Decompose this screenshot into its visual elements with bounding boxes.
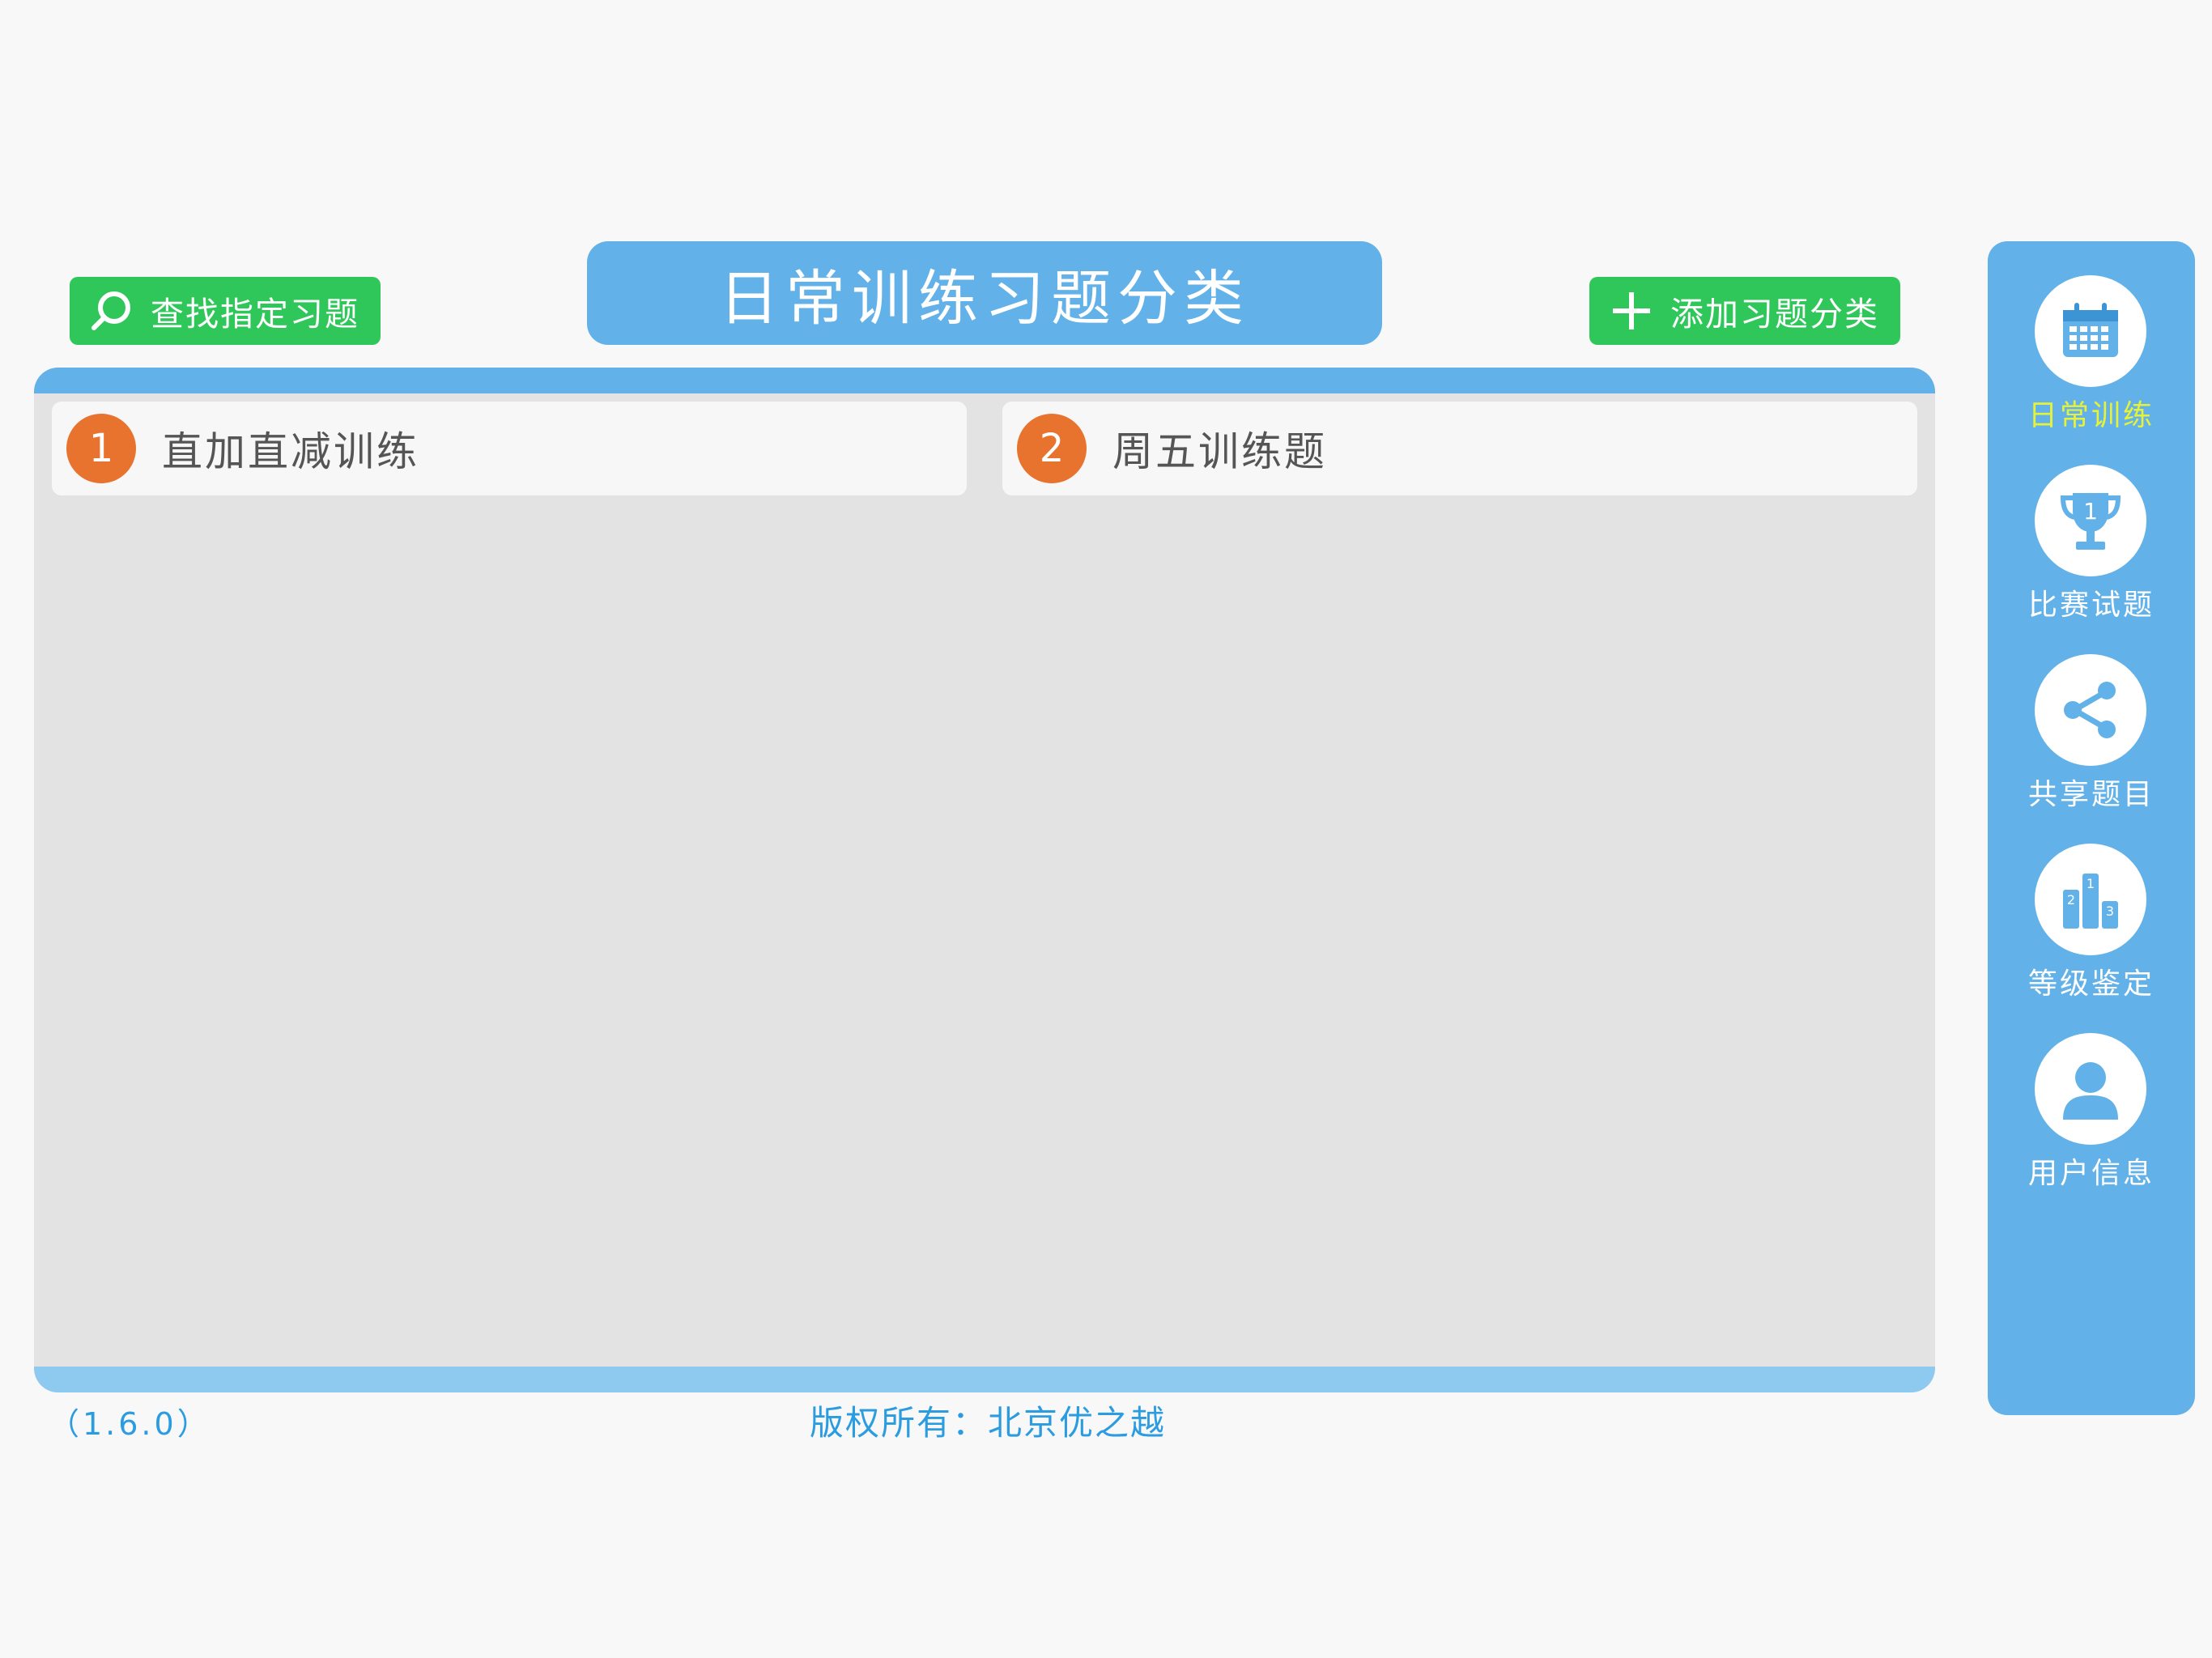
podium-icon: 2 1 3	[2035, 844, 2146, 955]
sidebar-item-daily-training[interactable]: 日常训练	[1988, 241, 2195, 432]
sidebar-item-label: 用户信息	[2027, 1157, 2155, 1190]
sidebar-item-share[interactable]: 共享题目	[1988, 620, 2195, 811]
share-icon	[2035, 654, 2146, 766]
category-panel: 1 直加直减训练 2 周五训练题	[34, 368, 1935, 1392]
category-label: 直加直减训练	[162, 428, 419, 475]
sidebar-nav: 日常训练 1 比赛试题 共享题目 2 1 3 等级鉴定 用户信息	[1988, 241, 2195, 1415]
search-button-label: 查找指定习题	[151, 295, 359, 334]
sidebar-item-competition[interactable]: 1 比赛试题	[1988, 431, 2195, 622]
svg-text:3: 3	[2106, 903, 2114, 919]
sidebar-item-label: 日常训练	[2027, 399, 2155, 432]
search-exercise-button[interactable]: 查找指定习题	[70, 277, 381, 345]
add-category-button[interactable]: 添加习题分类	[1589, 277, 1900, 345]
sidebar-item-label: 等级鉴定	[2027, 967, 2155, 1001]
user-icon	[2035, 1033, 2146, 1145]
page-title-text: 日常训练习题分类	[719, 263, 1250, 334]
page-title: 日常训练习题分类	[587, 241, 1382, 345]
calendar-icon	[2035, 275, 2146, 387]
add-button-label: 添加习题分类	[1670, 295, 1879, 334]
category-number-badge: 1	[66, 414, 136, 483]
sidebar-item-label: 共享题目	[2027, 778, 2155, 811]
category-card[interactable]: 2 周五训练题	[1002, 402, 1917, 495]
sidebar-item-label: 比赛试题	[2027, 589, 2155, 622]
panel-top-bar	[34, 368, 1935, 393]
version-text: （1.6.0）	[49, 1406, 211, 1442]
copyright-text: 版权所有：北京优之越	[810, 1403, 1167, 1443]
plus-icon	[1607, 287, 1656, 335]
svg-text:2: 2	[2067, 892, 2075, 908]
svg-text:1: 1	[2083, 498, 2098, 525]
search-icon	[87, 287, 136, 335]
sidebar-item-level-test[interactable]: 2 1 3 等级鉴定	[1988, 810, 2195, 1001]
sidebar-item-user-info[interactable]: 用户信息	[1988, 999, 2195, 1190]
svg-text:1: 1	[2087, 876, 2095, 891]
panel-bottom-bar	[34, 1367, 1935, 1392]
category-label: 周五训练题	[1112, 428, 1327, 475]
trophy-icon: 1	[2035, 465, 2146, 576]
category-card[interactable]: 1 直加直减训练	[52, 402, 967, 495]
category-number-badge: 2	[1017, 414, 1087, 483]
